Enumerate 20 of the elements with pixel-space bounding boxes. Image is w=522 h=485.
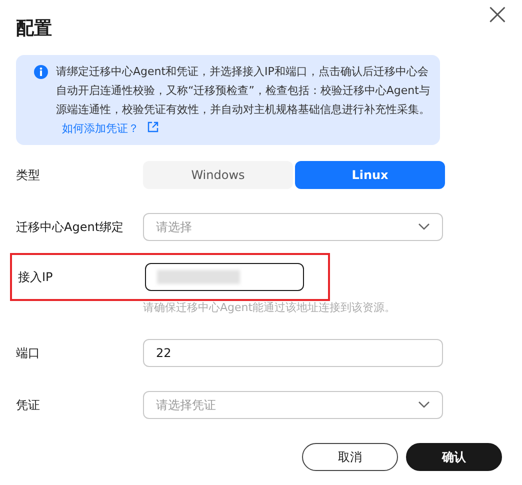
field-hint: 请确保迁移中心Agent能通过该地址连接到该资源。 xyxy=(143,300,397,315)
field-label: 接入IP xyxy=(18,269,54,286)
field-label: 类型 xyxy=(16,167,41,184)
cancel-button[interactable]: 取消 xyxy=(302,443,398,471)
confirm-button[interactable]: 确认 xyxy=(406,443,502,471)
input-field[interactable]: 22 xyxy=(143,339,443,367)
chevron-down-icon xyxy=(418,223,430,231)
dialog-title: 配置 xyxy=(16,17,53,40)
type-tab[interactable]: Windows xyxy=(143,161,293,189)
info-text: 请绑定迁移中心Agent和凭证，并选择接入IP和端口，点击确认后迁移中心会自动开启连通性校验，又称“迁移预检查”，检查包括：校验迁移中心Agent与源端连通性，校验凭证有效性，并自动对主机规格基础信息进行补充性采集。 如何添加凭证？ xyxy=(56,64,430,137)
external-link-icon xyxy=(147,121,159,133)
field-label: 迁移中心Agent绑定 xyxy=(16,219,125,236)
type-tab[interactable]: Linux xyxy=(295,161,445,189)
help-link[interactable]: 如何添加凭证？ xyxy=(62,122,159,135)
chevron-down-icon xyxy=(418,401,430,409)
field-label: 凭证 xyxy=(16,397,41,414)
info-icon xyxy=(34,65,48,79)
input-field[interactable] xyxy=(145,263,304,291)
field-label: 端口 xyxy=(16,345,41,362)
close-button[interactable]: × xyxy=(484,0,510,30)
